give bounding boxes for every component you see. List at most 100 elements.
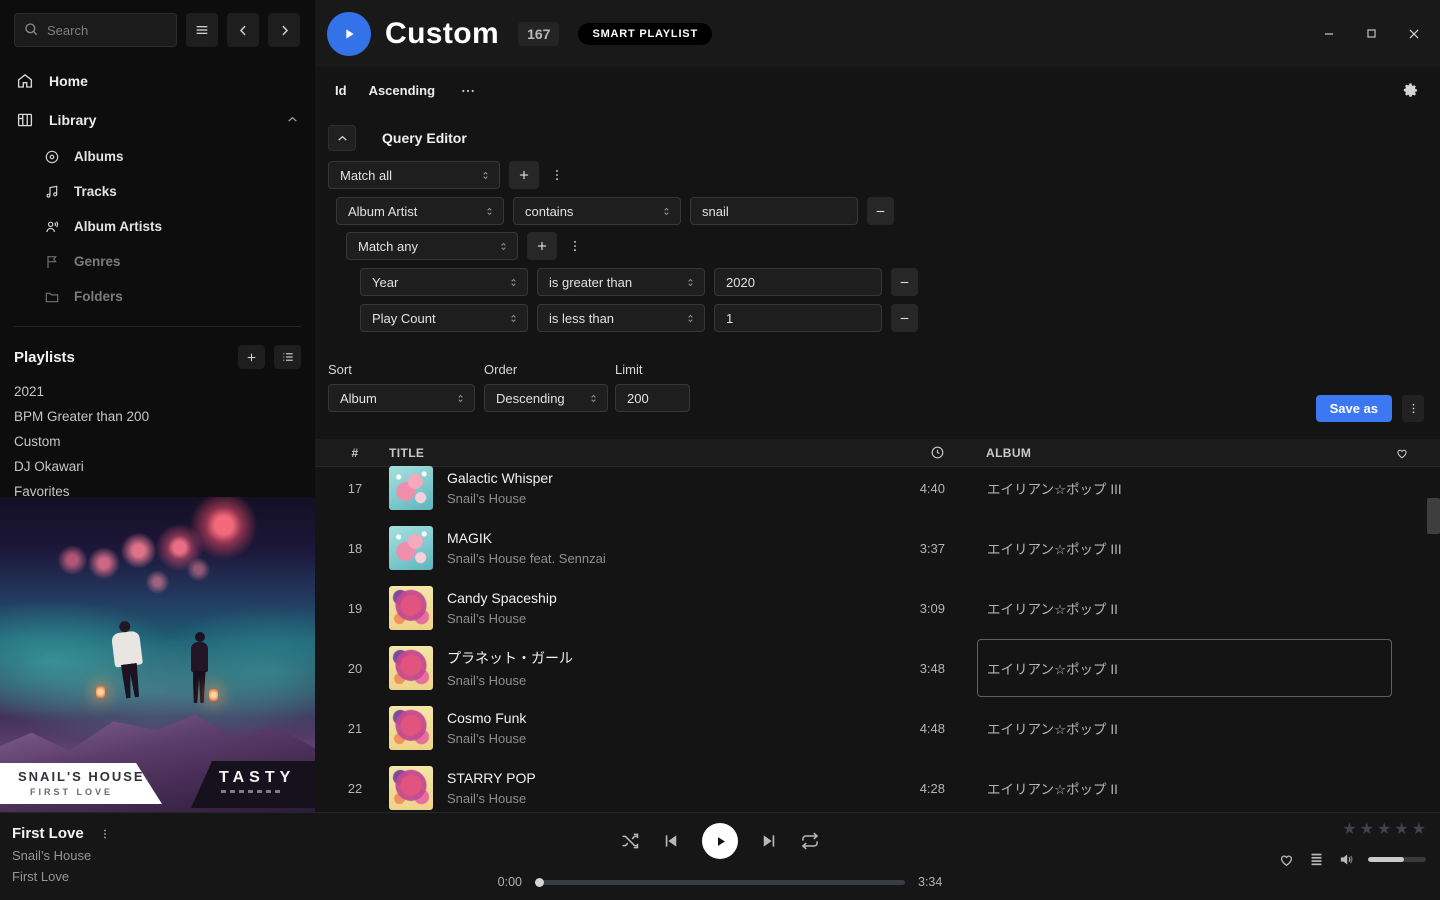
sidebar-item-albums[interactable]: Albums — [0, 139, 315, 174]
total-time: 3:34 — [918, 875, 952, 889]
home-icon — [16, 72, 34, 90]
repeat-button[interactable] — [800, 831, 820, 851]
track-title: Cosmo Funk — [447, 710, 875, 726]
track-album-cell[interactable]: エイリアン☆ポップ II — [977, 759, 1392, 817]
album-art-thumb — [389, 586, 433, 630]
sidebar-item-tracks[interactable]: Tracks — [0, 174, 315, 209]
settings-gear-icon[interactable] — [1402, 82, 1419, 99]
sidebar-item-folders[interactable]: Folders — [0, 279, 315, 314]
track-count-badge: 167 — [518, 22, 559, 46]
group-options-button[interactable] — [548, 167, 566, 183]
rule-operator-select[interactable]: is less than — [537, 304, 705, 332]
seek-slider[interactable] — [535, 880, 905, 885]
rule-field-select[interactable]: Year — [360, 268, 528, 296]
track-album-cell[interactable]: エイリアン☆ポップ II — [977, 579, 1392, 637]
table-row[interactable]: 21 Cosmo Funk Snail’s House 4:48 エイリアン☆ポ… — [315, 698, 1440, 758]
remove-rule-button[interactable] — [891, 304, 918, 332]
query-rule: Year is greater than — [360, 268, 1440, 296]
match-type-select[interactable]: Match any — [346, 232, 518, 260]
track-index: 19 — [330, 601, 380, 616]
rule-operator-select[interactable]: is greater than — [537, 268, 705, 296]
sidebar-item-home[interactable]: Home — [0, 61, 315, 100]
volume-icon[interactable] — [1338, 851, 1355, 868]
scrollbar-thumb[interactable] — [1427, 498, 1440, 534]
window-maximize-button[interactable] — [1365, 27, 1378, 40]
playlist-item[interactable]: BPM Greater than 200 — [0, 404, 315, 429]
sidebar-item-label: Genres — [74, 254, 121, 269]
collapse-query-editor-button[interactable] — [328, 125, 356, 151]
rule-operator-select[interactable]: contains — [513, 197, 681, 225]
track-album-cell[interactable]: エイリアン☆ポップ III — [977, 459, 1392, 517]
window-close-button[interactable] — [1407, 27, 1421, 41]
track-album-cell[interactable]: エイリアン☆ポップ III — [977, 519, 1392, 577]
playlist-list: 2021 BPM Greater than 200 Custom DJ Okaw… — [0, 379, 315, 504]
menu-button[interactable] — [186, 13, 218, 47]
star-icon[interactable]: ★ — [1342, 822, 1356, 838]
track-title: STARRY POP — [447, 770, 875, 786]
query-limit-input[interactable] — [615, 384, 690, 412]
volume-slider[interactable] — [1368, 857, 1426, 862]
nav-forward-button[interactable] — [268, 13, 300, 47]
query-group-2-rules: Year is greater than — [360, 268, 1440, 332]
group-options-button[interactable] — [566, 238, 584, 254]
playlist-item[interactable]: DJ Okawari — [0, 454, 315, 479]
playlist-list-button[interactable] — [274, 345, 301, 369]
add-rule-button[interactable] — [509, 161, 539, 189]
rule-field-select[interactable]: Play Count — [360, 304, 528, 332]
nav-back-button[interactable] — [227, 13, 259, 47]
add-rule-button[interactable] — [527, 232, 557, 260]
lantern-glow — [96, 686, 105, 698]
sort-direction-button[interactable]: Ascending — [369, 83, 435, 98]
seek-knob[interactable] — [535, 878, 544, 887]
track-artist: Snail’s House — [447, 673, 875, 688]
save-options-button[interactable] — [1402, 395, 1424, 422]
table-row[interactable]: 22 STARRY POP Snail’s House 4:28 エイリアン☆ポ… — [315, 758, 1440, 818]
rule-value-input[interactable] — [714, 268, 882, 296]
sidebar-nav: Home Library Albums Tracks — [0, 61, 315, 314]
sort-field-button[interactable]: Id — [335, 83, 347, 98]
add-playlist-button[interactable] — [238, 345, 265, 369]
more-options-button[interactable] — [460, 83, 476, 99]
track-album-cell[interactable]: エイリアン☆ポップ II — [977, 699, 1392, 757]
rule-value-input[interactable] — [690, 197, 858, 225]
star-icon[interactable]: ★ — [1412, 822, 1426, 838]
star-icon[interactable]: ★ — [1360, 822, 1374, 838]
match-type-select[interactable]: Match all — [328, 161, 500, 189]
lantern-glow — [209, 689, 218, 701]
window-minimize-button[interactable] — [1322, 27, 1336, 41]
sidebar-item-album-artists[interactable]: Album Artists — [0, 209, 315, 244]
playlist-item[interactable]: 2021 — [0, 379, 315, 404]
sidebar-item-genres[interactable]: Genres — [0, 244, 315, 279]
query-sort-select[interactable]: Album — [328, 384, 475, 412]
chevron-up-icon[interactable] — [286, 113, 299, 126]
save-as-button[interactable]: Save as — [1316, 395, 1392, 422]
sidebar-item-library[interactable]: Library — [0, 100, 315, 139]
remove-rule-button[interactable] — [891, 268, 918, 296]
query-order-select[interactable]: Descending — [484, 384, 608, 412]
unfold-icon — [685, 277, 696, 288]
rating-stars: ★ ★ ★ ★ ★ — [1278, 822, 1426, 838]
favorite-button[interactable] — [1278, 851, 1295, 868]
rule-field-select[interactable]: Album Artist — [336, 197, 504, 225]
play-playlist-button[interactable] — [327, 12, 371, 56]
track-album-cell[interactable]: エイリアン☆ポップ II — [977, 639, 1392, 697]
list-toolbar: Id Ascending — [315, 67, 1440, 114]
table-row[interactable]: 19 Candy Spaceship Snail’s House 3:09 エイ… — [315, 578, 1440, 638]
track-duration: 3:37 — [875, 541, 945, 556]
now-playing-album-art[interactable]: SNAIL'S HOUSE FIRST LOVE TASTY — [0, 497, 315, 812]
table-row[interactable]: 20 プラネット・ガール Snail’s House 3:48 エイリアン☆ポッ… — [315, 638, 1440, 698]
queue-button[interactable] — [1308, 851, 1325, 868]
next-track-button[interactable] — [760, 832, 778, 850]
play-pause-button[interactable] — [702, 823, 738, 859]
previous-track-button[interactable] — [662, 832, 680, 850]
table-row[interactable]: 18 MAGIK Snail’s House feat. Sennzai 3:3… — [315, 518, 1440, 578]
shuffle-button[interactable] — [620, 831, 640, 851]
rule-value-input[interactable] — [714, 304, 882, 332]
star-icon[interactable]: ★ — [1394, 822, 1408, 838]
track-title: プラネット・ガール — [447, 648, 875, 668]
remove-rule-button[interactable] — [867, 197, 894, 225]
table-row[interactable]: 17 Galactic Whisper Snail’s House 4:40 エ… — [315, 458, 1440, 518]
star-icon[interactable]: ★ — [1377, 822, 1391, 838]
volume-fill — [1368, 857, 1404, 862]
playlist-item[interactable]: Custom — [0, 429, 315, 454]
